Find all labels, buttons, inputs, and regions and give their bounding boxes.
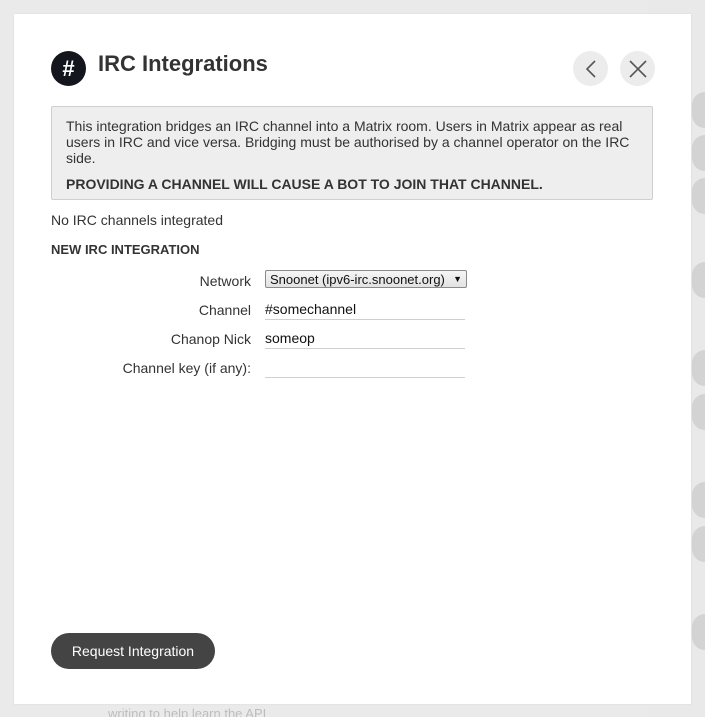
- integration-status: No IRC channels integrated: [51, 212, 223, 228]
- close-icon: [628, 59, 647, 78]
- channel-label: Channel: [198, 302, 251, 318]
- hash-icon: #: [51, 51, 86, 86]
- background-avatar: [692, 350, 705, 386]
- channel-key-row: Channel key (if any):: [51, 357, 651, 381]
- background-avatar: [692, 526, 705, 562]
- channel-key-label: Channel key (if any):: [122, 360, 251, 376]
- hash-glyph: #: [62, 55, 75, 81]
- channel-key-input[interactable]: [265, 357, 465, 378]
- info-notice: This integration bridges an IRC channel …: [51, 106, 653, 200]
- background-avatar: [692, 92, 705, 128]
- background-avatar: [692, 482, 705, 518]
- network-select[interactable]: Snoonet (ipv6-irc.snoonet.org) ▼: [265, 270, 467, 288]
- back-button[interactable]: [573, 51, 608, 86]
- channel-input[interactable]: [265, 299, 465, 320]
- background-avatar: [692, 394, 705, 430]
- chevron-left-icon: [585, 59, 596, 78]
- dropdown-arrow-icon: ▼: [453, 274, 462, 284]
- background-footer-text: writing to help learn the API: [108, 706, 267, 717]
- request-integration-button[interactable]: Request Integration: [51, 633, 215, 669]
- dialog-title: IRC Integrations: [98, 51, 268, 76]
- irc-integrations-dialog: # IRC Integrations This integration brid…: [14, 14, 691, 704]
- info-warning: PROVIDING A CHANNEL WILL CAUSE A BOT TO …: [66, 176, 543, 192]
- network-selected-value: Snoonet (ipv6-irc.snoonet.org): [270, 271, 445, 287]
- channel-row: Channel: [51, 299, 651, 323]
- background-avatar: [692, 135, 705, 171]
- info-text: This integration bridges an IRC channel …: [66, 118, 630, 166]
- background-avatar: [692, 614, 705, 650]
- network-row: Network Snoonet (ipv6-irc.snoonet.org) ▼: [51, 270, 651, 294]
- close-button[interactable]: [620, 51, 655, 86]
- background-avatar: [692, 178, 705, 214]
- background-avatar: [692, 262, 705, 298]
- network-label: Network: [199, 273, 251, 289]
- chanop-nick-label: Chanop Nick: [170, 331, 251, 347]
- chanop-nick-row: Chanop Nick: [51, 328, 651, 352]
- section-heading: NEW IRC INTEGRATION: [51, 242, 200, 257]
- chanop-nick-input[interactable]: [265, 328, 465, 349]
